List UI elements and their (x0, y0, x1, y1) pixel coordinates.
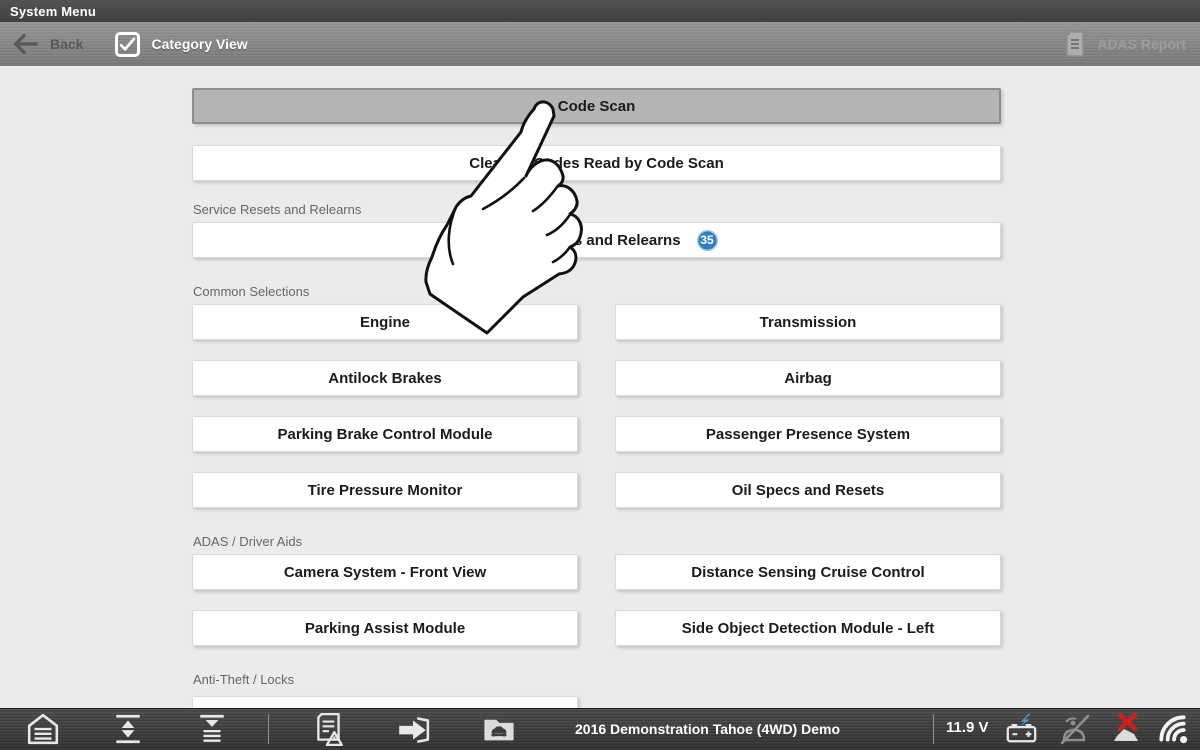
section-label-service-resets: Service Resets and Relearns (193, 202, 361, 217)
button-label: Parking Brake Control Module (277, 426, 492, 443)
menu-button-side-object-detection-module-left[interactable]: Side Object Detection Module - Left (615, 610, 1001, 646)
communication-disabled-icon (1054, 712, 1094, 746)
statusbar-divider (933, 714, 934, 744)
menu-button-engine[interactable]: Engine (192, 304, 578, 340)
back-button[interactable]: Back (10, 29, 83, 59)
section-label-adas-driver-aids: ADAS / Driver Aids (193, 534, 302, 549)
button-label: Camera System - Front View (284, 564, 486, 581)
menu-button-camera-system-front-view[interactable]: Camera System - Front View (192, 554, 578, 590)
section-label-anti-theft-locks: Anti-Theft / Locks (193, 672, 294, 687)
exit-icon[interactable] (396, 712, 430, 746)
menu-button-keyless-entry[interactable]: Keyless Entry (192, 696, 578, 708)
wifi-icon (1156, 712, 1190, 746)
service-resets-count-badge: 35 (697, 230, 718, 251)
menu-button-passenger-presence-system[interactable]: Passenger Presence System (615, 416, 1001, 452)
menu-button-transmission[interactable]: Transmission (615, 304, 1001, 340)
adas-report-icon (1063, 30, 1087, 58)
menu-button-parking-assist-module[interactable]: Parking Assist Module (192, 610, 578, 646)
garage-home-icon[interactable] (26, 712, 60, 746)
button-label: Oil Specs and Resets (732, 482, 885, 499)
button-label: Side Object Detection Module - Left (682, 620, 935, 637)
clear-codes-label: Clear All Codes Read by Code Scan (469, 155, 724, 172)
top-toolbar: Back Category View ADAS Report (0, 22, 1200, 68)
button-label: Distance Sensing Cruise Control (691, 564, 924, 581)
button-label: Transmission (760, 314, 857, 331)
category-view-checkbox[interactable] (115, 32, 140, 57)
clear-codes-button[interactable]: Clear All Codes Read by Code Scan (192, 145, 1001, 181)
code-scan-button[interactable]: Code Scan (192, 88, 1001, 124)
button-label: Tire Pressure Monitor (308, 482, 463, 499)
no-connection-icon (1108, 712, 1148, 746)
battery-voltage-value: 11.9 V (946, 719, 989, 736)
active-vehicle-label: 2016 Demonstration Tahoe (4WD) Demo (575, 721, 840, 737)
checkmark-icon (118, 35, 137, 54)
page-title: System Menu (10, 4, 96, 19)
button-label: Parking Assist Module (305, 620, 465, 637)
category-view-label: Category View (151, 36, 247, 52)
back-label: Back (50, 36, 83, 52)
menu-button-oil-specs-and-resets[interactable]: Oil Specs and Resets (615, 472, 1001, 508)
service-resets-label: Service Resets and Relearns (475, 232, 680, 249)
code-scan-label: Code Scan (558, 98, 636, 115)
battery-icon (1004, 712, 1038, 746)
menu-button-distance-sensing-cruise-control[interactable]: Distance Sensing Cruise Control (615, 554, 1001, 590)
menu-button-antilock-brakes[interactable]: Antilock Brakes (192, 360, 578, 396)
button-label: Antilock Brakes (328, 370, 441, 387)
system-menu-list: Code Scan Clear All Codes Read by Code S… (0, 68, 1200, 708)
codes-report-icon[interactable] (312, 712, 346, 746)
service-resets-button[interactable]: Service Resets and Relearns 35 (192, 222, 1001, 258)
menu-button-tire-pressure-monitor[interactable]: Tire Pressure Monitor (192, 472, 578, 508)
system-menu-screen: System Menu Back Category View ADAS Repo (0, 0, 1200, 750)
section-label-common-selections: Common Selections (193, 284, 309, 299)
adas-report-button[interactable]: ADAS Report (1063, 30, 1186, 58)
category-view-toggle[interactable]: Category View (115, 32, 247, 57)
back-arrow-icon (10, 29, 40, 59)
button-label: Engine (360, 314, 410, 331)
scroll-top-icon[interactable] (195, 712, 229, 746)
button-label: Passenger Presence System (706, 426, 910, 443)
statusbar-divider (268, 714, 269, 744)
scroll-center-icon[interactable] (111, 712, 145, 746)
window-title-bar: System Menu (0, 0, 1200, 22)
button-label: Airbag (784, 370, 832, 387)
adas-report-label: ADAS Report (1097, 36, 1186, 52)
menu-button-airbag[interactable]: Airbag (615, 360, 1001, 396)
vehicle-folder-icon[interactable] (482, 712, 516, 746)
menu-button-parking-brake-control-module[interactable]: Parking Brake Control Module (192, 416, 578, 452)
